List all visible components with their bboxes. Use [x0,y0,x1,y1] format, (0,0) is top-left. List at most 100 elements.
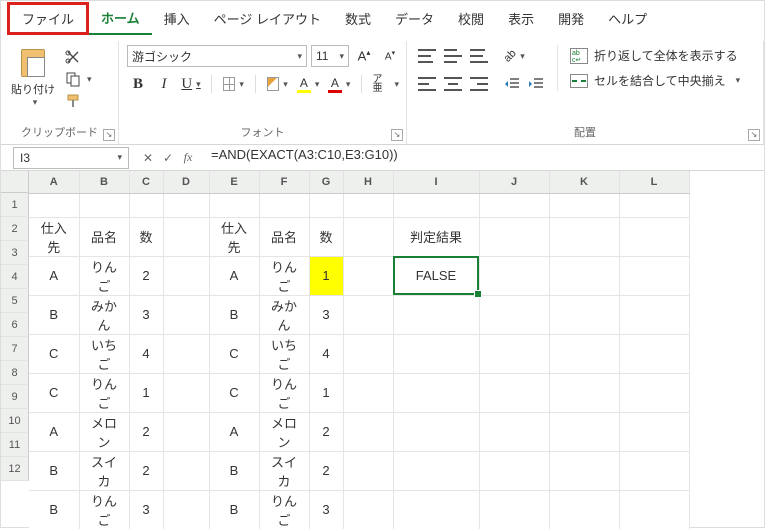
column-header[interactable]: J [479,171,549,193]
align-center-button[interactable] [441,73,465,95]
column-header[interactable]: H [343,171,393,193]
column-header[interactable]: G [309,171,343,193]
cell[interactable] [163,490,209,529]
cell[interactable]: C [209,373,259,412]
cell[interactable]: 2 [309,451,343,490]
cell[interactable]: みかん [259,295,309,334]
row-header[interactable]: 5 [1,289,29,313]
cell[interactable]: 品名 [259,217,309,256]
row-header[interactable]: 7 [1,337,29,361]
cut-button[interactable] [65,49,92,65]
increase-font-button[interactable]: A▴ [353,45,375,67]
cell[interactable]: B [209,451,259,490]
name-box[interactable]: I3 ▾ [13,147,129,169]
cell[interactable] [549,295,619,334]
cell[interactable]: 数 [129,217,163,256]
cell[interactable] [163,373,209,412]
cell[interactable] [309,193,343,217]
cell[interactable] [393,451,479,490]
copy-button[interactable]: ▾ [65,71,92,87]
cell[interactable] [549,217,619,256]
column-header[interactable]: E [209,171,259,193]
align-bottom-button[interactable] [467,45,491,67]
cell[interactable]: B [29,451,79,490]
cell[interactable]: 2 [129,412,163,451]
font-size-select[interactable]: 11 ▾ [311,45,349,67]
row-header[interactable]: 2 [1,217,29,241]
cell[interactable] [393,490,479,529]
cell[interactable] [619,373,689,412]
cell[interactable] [479,334,549,373]
cell[interactable]: 仕入先 [209,217,259,256]
cell[interactable] [343,256,393,295]
cell[interactable] [163,295,209,334]
cell[interactable] [259,193,309,217]
cell[interactable]: 3 [129,490,163,529]
tab-file[interactable]: ファイル [7,2,89,35]
cell[interactable]: 3 [309,295,343,334]
cell[interactable]: B [29,295,79,334]
cell[interactable] [619,217,689,256]
cell[interactable]: いちご [79,334,129,373]
align-middle-button[interactable] [441,45,465,67]
row-header[interactable]: 9 [1,385,29,409]
cell[interactable]: B [209,490,259,529]
decrease-indent-button[interactable] [501,73,523,95]
tab-page-layout[interactable]: ページ レイアウト [202,3,333,34]
cell[interactable] [79,193,129,217]
cell[interactable] [163,193,209,217]
cell[interactable] [343,490,393,529]
cell[interactable]: 品名 [79,217,129,256]
borders-button[interactable]: ▾ [220,73,247,95]
tab-home[interactable]: ホーム [89,2,152,35]
tab-formulas[interactable]: 数式 [333,3,383,34]
cell[interactable] [549,193,619,217]
cancel-formula-button[interactable]: ✕ [139,151,157,165]
column-header[interactable]: L [619,171,689,193]
cell[interactable]: 2 [129,256,163,295]
cell[interactable] [343,412,393,451]
merge-center-button[interactable]: セルを結合して中央揃え ▾ [566,70,744,91]
cell[interactable] [343,373,393,412]
cell[interactable] [479,451,549,490]
tab-developer[interactable]: 開発 [546,3,596,34]
cell[interactable] [479,490,549,529]
cell[interactable]: りんご [79,373,129,412]
cell[interactable] [163,217,209,256]
cell[interactable] [479,193,549,217]
cell[interactable] [163,451,209,490]
fx-icon[interactable]: fx [179,150,197,165]
cell[interactable] [619,412,689,451]
underline-button[interactable]: U▾ [179,73,203,95]
column-header[interactable]: D [163,171,209,193]
cell[interactable] [549,373,619,412]
paste-button[interactable]: 貼り付け ▾ [9,45,57,112]
cell[interactable]: 1 [309,373,343,412]
cell[interactable] [479,295,549,334]
cell[interactable] [393,295,479,334]
row-header[interactable]: 1 [1,193,29,217]
cell[interactable]: 仕入先 [29,217,79,256]
tab-help[interactable]: ヘルプ [596,3,659,34]
cell[interactable]: B [209,295,259,334]
cell[interactable]: C [209,334,259,373]
cell[interactable]: 2 [129,451,163,490]
cell[interactable] [29,193,79,217]
bold-button[interactable]: B [127,73,149,95]
cell[interactable] [393,412,479,451]
row-header[interactable]: 10 [1,409,29,433]
cell[interactable] [343,295,393,334]
cell[interactable]: 2 [309,412,343,451]
cell[interactable] [479,256,549,295]
cell[interactable] [163,256,209,295]
column-header[interactable]: A [29,171,79,193]
align-left-button[interactable] [415,73,439,95]
font-color-button[interactable]: A▾ [326,73,353,95]
increase-indent-button[interactable] [525,73,547,95]
cell[interactable]: 3 [129,295,163,334]
column-header[interactable]: F [259,171,309,193]
cell[interactable] [479,412,549,451]
row-header[interactable]: 4 [1,265,29,289]
italic-button[interactable]: I [153,73,175,95]
cell[interactable]: C [29,373,79,412]
